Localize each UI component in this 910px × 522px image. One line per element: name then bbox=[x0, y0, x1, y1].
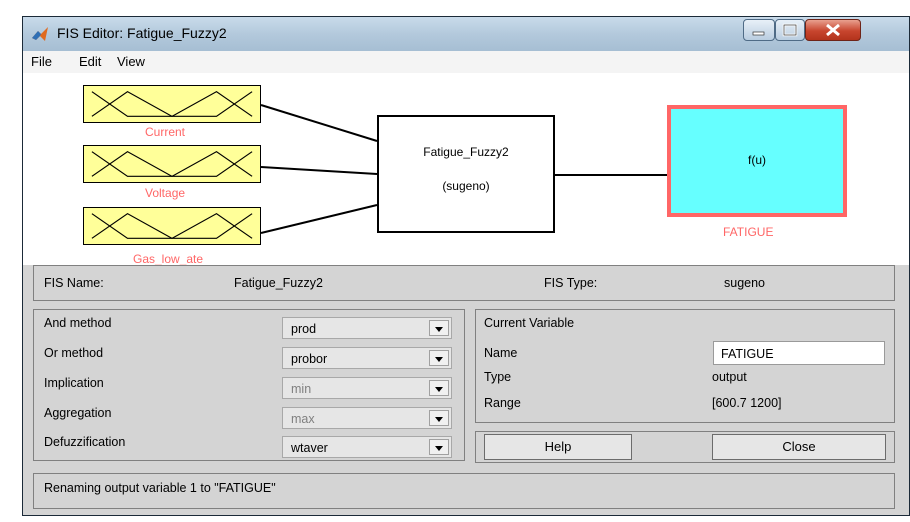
system-type: (sugeno) bbox=[442, 179, 490, 193]
close-window-button[interactable] bbox=[805, 19, 861, 41]
close-icon bbox=[826, 23, 840, 37]
close-button[interactable]: Close bbox=[712, 434, 886, 460]
or-method-select[interactable]: probor bbox=[282, 347, 452, 369]
menu-file[interactable]: File bbox=[31, 54, 52, 69]
fis-info-panel: FIS Name: Fatigue_Fuzzy2 FIS Type: sugen… bbox=[33, 265, 895, 301]
implication-select[interactable]: min bbox=[282, 377, 452, 399]
variable-name-value: FATIGUE bbox=[721, 347, 774, 361]
fis-type-value: sugeno bbox=[724, 276, 766, 290]
and-method-label: And method bbox=[44, 316, 112, 330]
implication-value: min bbox=[291, 382, 312, 396]
menu-bar: File Edit View bbox=[23, 51, 909, 73]
variable-range-value: [600.7 1200] bbox=[712, 396, 782, 410]
output-function: f(u) bbox=[748, 153, 766, 167]
defuzzification-select[interactable]: wtaver bbox=[282, 436, 452, 458]
menu-view[interactable]: View bbox=[117, 54, 145, 69]
variable-range-label: Range bbox=[484, 396, 521, 410]
chevron-down-icon[interactable] bbox=[429, 350, 449, 366]
aggregation-value: max bbox=[291, 412, 315, 426]
aggregation-select[interactable]: max bbox=[282, 407, 452, 429]
fis-name-value: Fatigue_Fuzzy2 bbox=[234, 276, 323, 290]
membership-function-icon bbox=[91, 91, 253, 117]
membership-function-icon bbox=[91, 213, 253, 239]
help-button[interactable]: Help bbox=[484, 434, 632, 460]
membership-function-icon bbox=[91, 151, 253, 177]
fis-name-label: FIS Name: bbox=[44, 276, 104, 290]
status-bar: Renaming output variable 1 to "FATIGUE" bbox=[33, 473, 895, 509]
and-method-select[interactable]: prod bbox=[282, 317, 452, 339]
current-variable-panel: Current Variable Name Type output Range … bbox=[475, 309, 895, 423]
fis-editor-window: FIS Editor: Fatigue_Fuzzy2 File Edit Vie… bbox=[22, 16, 910, 516]
window-title: FIS Editor: Fatigue_Fuzzy2 bbox=[57, 25, 227, 41]
status-text: Renaming output variable 1 to "FATIGUE" bbox=[44, 481, 276, 495]
output-fatigue-block[interactable]: f(u) bbox=[667, 105, 847, 217]
input-label-current: Current bbox=[145, 125, 186, 139]
or-method-value: probor bbox=[291, 352, 328, 366]
maximize-icon bbox=[782, 23, 798, 37]
chevron-down-icon[interactable] bbox=[429, 380, 449, 396]
and-method-value: prod bbox=[291, 322, 317, 336]
variable-type-value: output bbox=[712, 370, 747, 384]
fis-diagram: Current Voltage Gas_low_ate Fatigue_Fuzz… bbox=[23, 73, 909, 265]
chevron-down-icon[interactable] bbox=[429, 439, 449, 455]
current-variable-header: Current Variable bbox=[484, 316, 575, 330]
implication-label: Implication bbox=[44, 376, 104, 390]
input-label-voltage: Voltage bbox=[145, 186, 186, 200]
output-label: FATIGUE bbox=[723, 225, 774, 239]
or-method-label: Or method bbox=[44, 346, 104, 360]
minimize-button[interactable] bbox=[743, 19, 775, 41]
variable-name-label: Name bbox=[484, 346, 518, 360]
input-current-mf[interactable] bbox=[83, 85, 261, 123]
chevron-down-icon[interactable] bbox=[429, 320, 449, 336]
input-label-gas: Gas_low_ate bbox=[133, 252, 204, 265]
input-gas-mf[interactable] bbox=[83, 207, 261, 245]
menu-edit[interactable]: Edit bbox=[79, 54, 101, 69]
maximize-button[interactable] bbox=[775, 19, 805, 41]
title-bar[interactable]: FIS Editor: Fatigue_Fuzzy2 bbox=[23, 17, 909, 51]
input-voltage-mf[interactable] bbox=[83, 145, 261, 183]
matlab-icon bbox=[32, 27, 48, 41]
variable-type-label: Type bbox=[484, 370, 512, 384]
variable-name-input[interactable]: FATIGUE bbox=[713, 341, 885, 365]
buttons-panel: Help Close bbox=[475, 431, 895, 463]
fis-type-label: FIS Type: bbox=[544, 276, 598, 290]
minimize-icon bbox=[752, 31, 765, 36]
methods-panel: And method prod Or method probor Implica… bbox=[33, 309, 465, 461]
system-name: Fatigue_Fuzzy2 bbox=[423, 145, 509, 159]
fis-system-block[interactable]: Fatigue_Fuzzy2 (sugeno) bbox=[377, 115, 555, 233]
chevron-down-icon[interactable] bbox=[429, 410, 449, 426]
defuzzification-value: wtaver bbox=[291, 441, 328, 455]
aggregation-label: Aggregation bbox=[44, 406, 112, 420]
defuzzification-label: Defuzzification bbox=[44, 435, 126, 449]
